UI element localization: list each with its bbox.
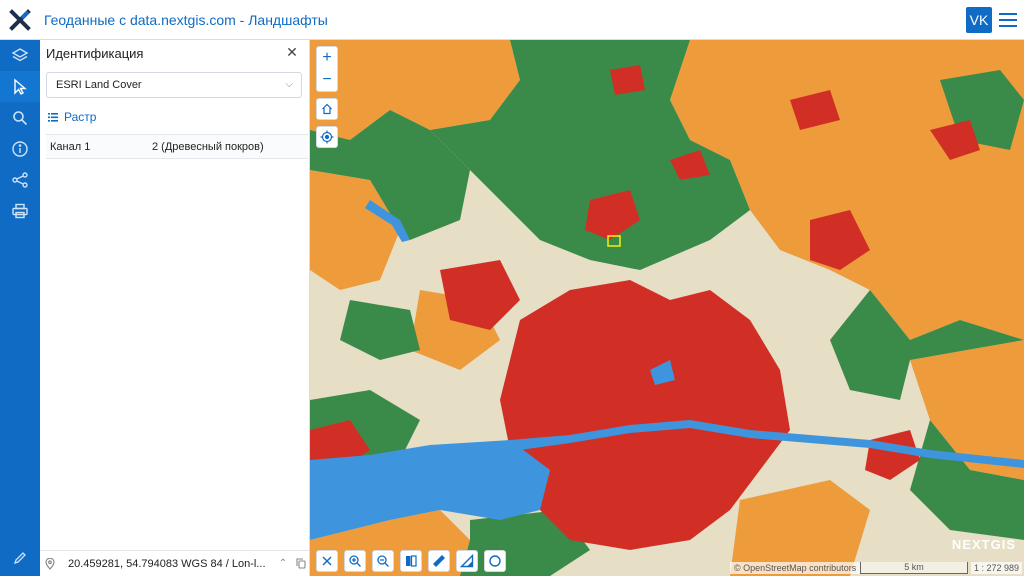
area-measure-icon[interactable]: [456, 550, 478, 572]
coordinates-readout: 20.459281, 54.794083 WGS 84 / Lon-l...: [68, 557, 266, 570]
left-toolbar: [0, 40, 40, 576]
app-title: Геоданные с data.nextgis.com - Ландшафты: [44, 11, 328, 28]
user-avatar[interactable]: VK: [966, 7, 992, 33]
hamburger-menu-icon[interactable]: [996, 8, 1020, 32]
attribute-value: 2 (Древесный покров): [148, 134, 308, 159]
nextgis-logo-icon[interactable]: [0, 0, 40, 40]
layer-select-value: ESRI Land Cover: [56, 79, 142, 91]
zoom-controls: + −: [316, 46, 338, 92]
map-attribution[interactable]: © OpenStreetMap contributors: [730, 562, 861, 574]
identify-panel: Идентификация ✕ ESRI Land Cover ⌵ Растр …: [40, 40, 310, 576]
zoom-out-box-icon[interactable]: [372, 550, 394, 572]
copy-icon[interactable]: [292, 558, 310, 569]
info-icon[interactable]: [0, 133, 40, 164]
scale-bar: 5 km: [860, 562, 968, 574]
panel-title: Идентификация: [46, 45, 144, 61]
print-icon[interactable]: [0, 195, 40, 226]
map-toolbar: [316, 550, 506, 572]
select-cursor-icon[interactable]: [0, 71, 40, 102]
swipe-icon[interactable]: [400, 550, 422, 572]
tab-raster[interactable]: Растр: [48, 108, 96, 126]
layers-icon[interactable]: [0, 40, 40, 71]
tab-raster-label: Растр: [64, 110, 97, 124]
share-icon[interactable]: [0, 164, 40, 195]
attribute-table: Канал 1 2 (Древесный покров): [46, 134, 308, 159]
circle-icon[interactable]: [484, 550, 506, 572]
scale-ratio: 1 : 272 989: [970, 562, 1022, 574]
pencil-icon[interactable]: [0, 546, 40, 570]
table-row: Канал 1 2 (Древесный покров): [46, 134, 308, 159]
close-icon[interactable]: [316, 550, 338, 572]
zoom-in-box-icon[interactable]: [344, 550, 366, 572]
map-brand-logo: NEXTGIS: [951, 537, 1016, 552]
list-icon: [48, 112, 58, 122]
location-pin-icon: [40, 557, 60, 570]
search-icon[interactable]: [0, 102, 40, 133]
coordinates-bar: 20.459281, 54.794083 WGS 84 / Lon-l... ⌃: [40, 550, 310, 576]
home-icon[interactable]: [316, 98, 338, 120]
layer-select[interactable]: ESRI Land Cover ⌵: [46, 72, 302, 98]
map-view[interactable]: + − NEXTGIS © OpenStreetMap contributors: [310, 40, 1024, 576]
ruler-icon[interactable]: [428, 550, 450, 572]
top-bar: Геоданные с data.nextgis.com - Ландшафты…: [0, 0, 1024, 40]
attribute-name: Канал 1: [46, 134, 148, 159]
zoom-out-button[interactable]: −: [317, 69, 337, 91]
locate-icon[interactable]: [316, 126, 338, 148]
zoom-in-button[interactable]: +: [317, 47, 337, 69]
chevron-down-icon: ⌵: [285, 79, 293, 90]
land-cover-map[interactable]: [310, 40, 1024, 576]
close-icon[interactable]: ✕: [285, 45, 299, 59]
chevron-up-icon[interactable]: ⌃: [274, 558, 292, 569]
